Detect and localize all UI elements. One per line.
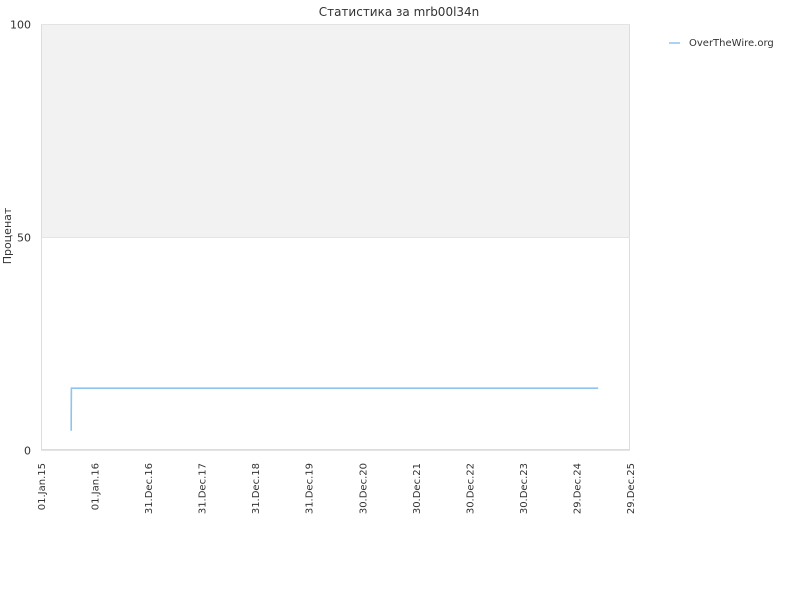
x-tick-label: 30.Dec.22 xyxy=(465,463,476,514)
x-tick-label: 29.Dec.24 xyxy=(573,463,584,514)
y-axis-label: Процeнат xyxy=(1,207,14,264)
plot-background xyxy=(41,24,630,450)
x-tick-label: 31.Dec.16 xyxy=(144,463,155,514)
x-tick-label: 29.Dec.25 xyxy=(626,463,637,514)
y-tick-label: 0 xyxy=(24,445,31,458)
y-tick-label: 100 xyxy=(10,19,31,32)
x-tick-label: 30.Dec.23 xyxy=(519,463,530,514)
x-tick-label: 31.Dec.19 xyxy=(305,463,316,514)
x-tick-label: 01.Jan.16 xyxy=(91,463,102,510)
chart: Статистика за mrb00l34n 0 50 100 01.Jan.15… xyxy=(1,5,774,514)
x-tick-label: 01.Jan.15 xyxy=(37,463,48,510)
x-tick-label: 31.Dec.18 xyxy=(251,463,262,514)
x-tick-label: 30.Dec.21 xyxy=(412,463,423,514)
chart-title: Статистика за mrb00l34n xyxy=(319,5,480,19)
legend[interactable]: OverTheWire.org xyxy=(669,38,774,49)
series-line-0 xyxy=(70,387,599,431)
x-tick-label: 30.Dec.20 xyxy=(358,463,369,514)
series-layer xyxy=(70,387,599,431)
y-tick-label: 50 xyxy=(17,232,31,245)
x-tick-label: 31.Dec.17 xyxy=(198,463,209,514)
plot-upper-band xyxy=(41,24,630,237)
x-axis-ticks: 01.Jan.15 01.Jan.16 31.Dec.16 31.Dec.17 31.D… xyxy=(37,463,637,514)
legend-label: OverTheWire.org xyxy=(689,38,774,49)
